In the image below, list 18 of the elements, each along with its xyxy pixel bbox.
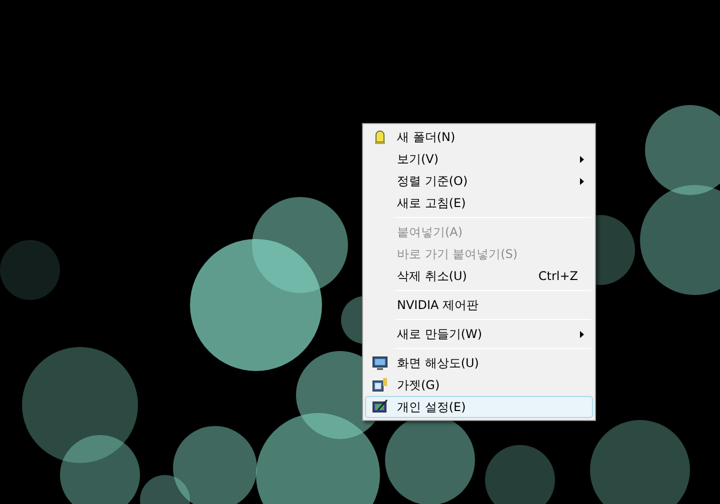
bell-icon xyxy=(372,129,386,145)
submenu-arrow-icon xyxy=(580,330,584,338)
monitor-icon xyxy=(372,355,388,371)
menu-item[interactable]: 새 폴더(N) xyxy=(365,126,593,148)
bokeh-circle xyxy=(0,240,60,300)
menu-item[interactable]: 화면 해상도(U) xyxy=(365,352,593,374)
monitor-brush-icon xyxy=(372,399,388,415)
menu-item[interactable]: 개인 설정(E) xyxy=(365,396,593,418)
menu-item[interactable]: 새로 고침(E) xyxy=(365,192,593,214)
menu-item[interactable]: NVIDIA 제어판 xyxy=(365,294,593,316)
menu-item[interactable]: 정렬 기준(O) xyxy=(365,170,593,192)
menu-item[interactable]: 가젯(G) xyxy=(365,374,593,396)
menu-item[interactable]: 새로 만들기(W) xyxy=(365,323,593,345)
gadget-icon xyxy=(372,377,388,393)
menu-item[interactable]: 삭제 취소(U) Ctrl+Z xyxy=(365,265,593,287)
submenu-arrow-icon xyxy=(580,156,584,162)
submenu-arrow-icon xyxy=(580,178,584,184)
menu-item[interactable]: 보기(V) xyxy=(365,148,593,170)
